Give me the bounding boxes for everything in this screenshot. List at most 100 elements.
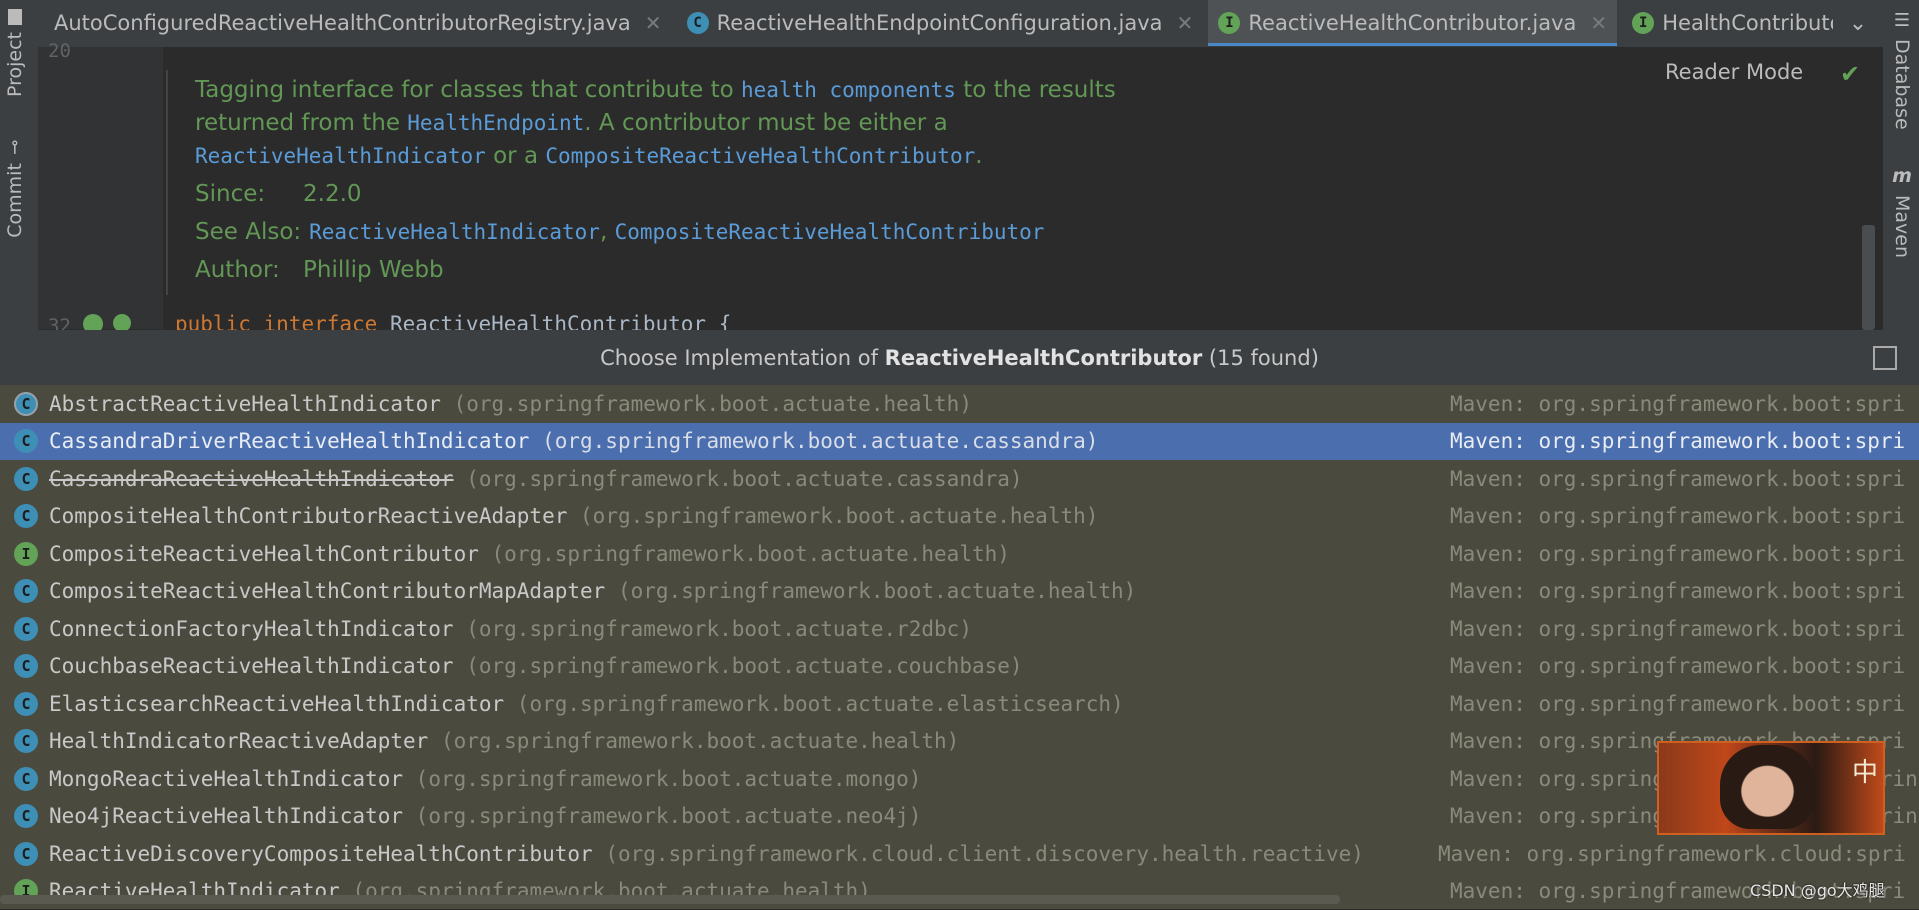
list-item-name-row: MongoReactiveHealthIndicator (org.spring…	[49, 767, 921, 791]
see-also-link[interactable]: CompositeReactiveHealthContributor	[615, 220, 1045, 244]
doc-text: . A contributor must be either a	[584, 110, 948, 136]
commit-tool-button[interactable]: Commit ⊸	[4, 140, 26, 238]
class-icon: C	[14, 616, 38, 641]
class-name: MongoReactiveHealthIndicator	[49, 766, 404, 791]
package-name: (org.springframework.boot.actuate.health…	[617, 579, 1137, 603]
reader-mode-toggle[interactable]: Reader Mode	[1665, 60, 1803, 84]
tab-label: AutoConfiguredReactiveHealthContributorR…	[54, 11, 631, 35]
watermark: CSDN @go大鸡腿	[1750, 881, 1885, 900]
package-name: (org.springframework.boot.actuate.cassan…	[466, 466, 1023, 491]
class-icon: C	[14, 429, 38, 453]
package-name: (org.springframework.boot.actuate.cassan…	[542, 429, 1099, 453]
list-item-name-row: ConnectionFactoryHealthIndicator (org.sp…	[49, 617, 972, 641]
package-name: (org.springframework.boot.actuate.health…	[580, 504, 1099, 528]
library-name: Maven: org.springframework.boot:spri	[1450, 691, 1906, 716]
maven-label: Maven	[1891, 195, 1913, 259]
library-name: Maven: org.springframework.boot:spri	[1450, 579, 1906, 603]
title-suffix: (15 found)	[1202, 345, 1319, 370]
title-prefix: Choose Implementation of	[600, 345, 885, 370]
list-item-name-row: CompositeReactiveHealthContributor (org.…	[49, 542, 1010, 566]
package-name: (org.springframework.boot.actuate.couchb…	[466, 654, 1023, 678]
tab-reactive-health-contributor[interactable]: I ReactiveHealthContributor.java ✕	[1208, 0, 1618, 46]
library-name: Maven: org.springframework.cloud:spri	[1438, 841, 1906, 866]
list-item[interactable]: C CassandraDriverReactiveHealthIndicator …	[0, 422, 1919, 460]
doc-link-health-endpoint[interactable]: HealthEndpoint	[407, 111, 584, 135]
library-name: Maven: org.springframework.boot:spri	[1450, 616, 1906, 641]
library-name: Maven: org.springframework.boot:spri	[1450, 541, 1906, 566]
doc-link-reactive-health-indicator[interactable]: ReactiveHealthIndicator	[195, 144, 486, 168]
list-item[interactable]: C ConnectionFactoryHealthIndicator (org.s…	[0, 610, 1919, 647]
class-name: CompositeReactiveHealthContributor	[49, 541, 479, 566]
since-value: 2.2.0	[303, 181, 362, 207]
see-also-separator: ,	[599, 219, 615, 245]
class-icon: C	[14, 579, 38, 603]
avatar-char: 中	[1852, 758, 1879, 788]
project-label: Project	[4, 32, 26, 98]
commit-icon: ⊸	[4, 140, 26, 156]
list-item[interactable]: C CouchbaseReactiveHealthIndicator (org.s…	[0, 648, 1919, 685]
popup-title: Choose Implementation of ReactiveHealthC…	[0, 330, 1919, 385]
title-bold: ReactiveHealthContributor	[884, 345, 1203, 370]
database-tool-button[interactable]: ☰ Database	[1891, 10, 1913, 130]
class-icon: C	[14, 691, 38, 716]
doc-text: Tagging interface for classes that contr…	[195, 77, 742, 103]
list-item-name-row: HealthIndicatorReactiveAdapter (org.spri…	[49, 729, 959, 753]
folder-icon	[8, 9, 22, 25]
class-name: AbstractReactiveHealthIndicator	[49, 391, 441, 416]
list-item[interactable]: C AbstractReactiveHealthIndicator (org.sp…	[0, 385, 1919, 422]
line-number: 20	[48, 40, 71, 62]
rendered-javadoc: Tagging interface for classes that contr…	[195, 74, 1195, 287]
list-item-name-row: AbstractReactiveHealthIndicator (org.spr…	[49, 392, 972, 416]
list-item[interactable]: C ElasticsearchReactiveHealthIndicator (o…	[0, 685, 1919, 722]
list-item-name-row: ElasticsearchReactiveHealthIndicator (or…	[49, 692, 1124, 716]
class-icon: C	[14, 729, 38, 753]
class-name: CompositeHealthContributorReactiveAdapte…	[49, 504, 568, 528]
project-tool-button[interactable]: Project	[4, 9, 26, 98]
horizontal-scrollbar[interactable]	[0, 895, 1340, 904]
list-item-name-row: ReactiveDiscoveryCompositeHealthContribu…	[49, 842, 1364, 866]
list-item[interactable]: C HealthIndicatorReactiveAdapter (org.spr…	[0, 723, 1919, 760]
doc-link-health-components[interactable]: health components	[741, 78, 956, 102]
since-label: Since:	[195, 181, 266, 207]
class-icon: C	[14, 504, 38, 528]
close-icon[interactable]: ✕	[1590, 11, 1607, 35]
close-icon[interactable]: ✕	[645, 11, 662, 35]
class-name: HealthIndicatorReactiveAdapter	[49, 729, 429, 753]
editor-scrollbar[interactable]	[1862, 225, 1875, 330]
package-name: (org.springframework.boot.actuate.health…	[453, 391, 972, 416]
tab-reactive-health-endpoint-configuration[interactable]: C ReactiveHealthEndpointConfiguration.ja…	[677, 0, 1204, 46]
library-name: Maven: org.springframework.boot:spri	[1450, 466, 1906, 491]
doc-text: .	[975, 143, 983, 169]
avatar-image	[1720, 745, 1815, 829]
list-item-name-row: CompositeHealthContributorReactiveAdapte…	[49, 504, 1098, 528]
tab-overflow-button[interactable]: ⌄	[1833, 0, 1883, 46]
class-name: CassandraDriverReactiveHealthIndicator	[49, 429, 530, 453]
list-item[interactable]: I CompositeReactiveHealthContributor (org…	[0, 535, 1919, 572]
doc-see-also-row: See Also: ReactiveHealthIndicator, Compo…	[195, 216, 1195, 249]
list-item[interactable]: C Neo4jReactiveHealthIndicator (org.sprin…	[0, 798, 1919, 835]
checkmark-icon: ✔	[1840, 60, 1861, 88]
chevron-down-icon: ⌄	[1848, 10, 1868, 36]
class-name: ElasticsearchReactiveHealthIndicator	[49, 691, 505, 716]
open-in-window-icon[interactable]	[1873, 346, 1897, 370]
list-item[interactable]: C CassandraReactiveHealthIndicator (org.s…	[0, 460, 1919, 497]
class-icon: C	[14, 841, 38, 866]
see-also-link[interactable]: ReactiveHealthIndicator	[309, 220, 600, 244]
class-name: CassandraReactiveHealthIndicator	[49, 466, 454, 491]
list-item[interactable]: C CompositeHealthContributorReactiveAdapt…	[0, 498, 1919, 535]
interface-icon: I	[1632, 12, 1655, 34]
list-item-name-row: CassandraDriverReactiveHealthIndicator (…	[49, 429, 1098, 453]
maven-tool-button[interactable]: m Maven	[1891, 165, 1913, 258]
package-name: (org.springframework.boot.actuate.elasti…	[516, 691, 1124, 716]
tab-autoconfigured-registry[interactable]: AutoConfiguredReactiveHealthContributorR…	[38, 0, 672, 46]
package-name: (org.springframework.boot.actuate.mongo)	[415, 766, 922, 791]
list-item[interactable]: C MongoReactiveHealthIndicator (org.sprin…	[0, 760, 1919, 797]
list-item[interactable]: C CompositeReactiveHealthContributorMapAd…	[0, 573, 1919, 610]
class-name: CouchbaseReactiveHealthIndicator	[49, 654, 454, 678]
list-item[interactable]: C ReactiveDiscoveryCompositeHealthContrib…	[0, 835, 1919, 872]
class-icon: C	[14, 466, 38, 491]
interface-icon: I	[14, 541, 38, 566]
close-icon[interactable]: ✕	[1177, 11, 1194, 35]
package-name: (org.springframework.cloud.client.discov…	[605, 841, 1364, 866]
doc-link-composite-reactive-health-contributor[interactable]: CompositeReactiveHealthContributor	[545, 144, 975, 168]
